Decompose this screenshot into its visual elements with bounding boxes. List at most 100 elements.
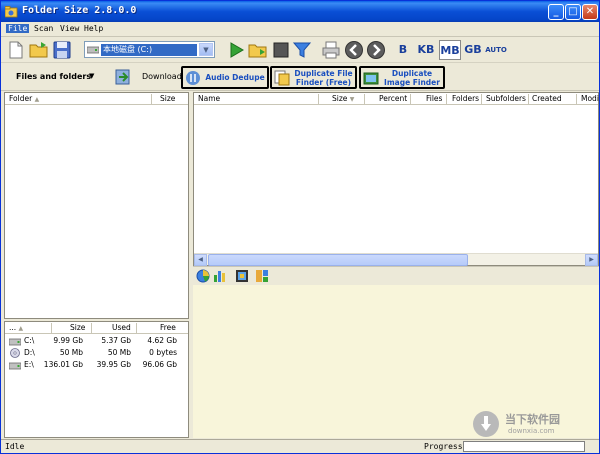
column-separator[interactable] — [318, 94, 319, 104]
maximize-icon: □ — [568, 6, 578, 17]
column-separator[interactable] — [51, 323, 52, 333]
column-drive[interactable]: ... ▲ — [9, 323, 23, 332]
back-arrow-icon[interactable] — [344, 40, 364, 60]
close-button[interactable]: ✕ — [582, 4, 598, 20]
watermark-url: downxia.com — [508, 427, 555, 435]
unit-auto-button[interactable]: AUTO — [485, 40, 507, 60]
drive-name: C:\ — [24, 336, 35, 345]
drive-row[interactable]: C:\ 9.99 Gb 5.37 Gb 4.62 Gb — [5, 335, 188, 347]
column-separator[interactable] — [481, 94, 482, 104]
save-icon[interactable] — [52, 40, 72, 60]
scroll-left-icon[interactable]: ◀ — [194, 254, 207, 266]
maximize-button[interactable]: □ — [565, 4, 581, 20]
column-files[interactable]: Files — [426, 94, 442, 103]
hard-drive-icon — [9, 362, 21, 370]
file-list-panel[interactable]: Name Size ▼ Percent Files Folders Subfol… — [193, 92, 599, 266]
menu-view[interactable]: View — [60, 24, 79, 33]
watermark: 当下软件园 downxia.com — [473, 411, 585, 441]
watermark-logo-icon — [473, 411, 499, 437]
column-folder[interactable]: Folder ▲ — [9, 94, 39, 103]
duplicate-file-finder-label: Duplicate File Finder (Free) — [294, 68, 353, 87]
open-folder-icon[interactable] — [29, 40, 49, 60]
bar-chart-icon[interactable] — [213, 269, 227, 283]
audio-dedupe-link[interactable]: Audio Dedupe — [181, 66, 269, 89]
app-window: Folder Size 2.8.0.0 _ □ ✕ File Scan View… — [0, 0, 600, 454]
filter-icon[interactable] — [292, 40, 312, 60]
scroll-right-icon[interactable]: ▶ — [585, 254, 598, 266]
new-icon[interactable] — [6, 40, 26, 60]
column-modified[interactable]: Modi — [581, 94, 599, 103]
drive-icon — [87, 46, 99, 54]
audio-dedupe-icon — [186, 71, 200, 85]
duplicate-image-icon — [363, 72, 379, 85]
secondary-toolbar: Files and folders ▼ Download: Audio Dedu… — [1, 63, 599, 91]
view-mode-dropdown[interactable]: Files and folders — [16, 72, 91, 81]
scroll-thumb[interactable] — [208, 254, 468, 266]
drive-used: 39.95 Gb — [96, 360, 131, 369]
drive-row[interactable]: E:\ 136.01 Gb 39.95 Gb 96.06 Gb — [5, 359, 188, 371]
drive-size: 9.99 Gb — [53, 336, 83, 345]
pie-chart-icon[interactable] — [196, 269, 210, 283]
column-separator[interactable] — [136, 323, 137, 333]
export-icon[interactable] — [114, 68, 132, 86]
unit-gb-button[interactable]: GB — [462, 40, 484, 60]
watermark-text: 当下软件园 — [505, 413, 560, 426]
3d-chart-icon[interactable] — [235, 269, 249, 283]
column-separator[interactable] — [576, 94, 577, 104]
drive-row[interactable]: D:\ 50 Mb 50 Mb 0 bytes — [5, 347, 188, 359]
column-folders[interactable]: Folders — [452, 94, 479, 103]
duplicate-image-finder-link[interactable]: Duplicate Image Finder — [359, 66, 445, 89]
download-label: Download: — [142, 72, 185, 81]
status-bar: Idle Progress: — [1, 439, 599, 453]
column-used[interactable]: Used — [112, 323, 131, 332]
scan-play-icon[interactable] — [226, 40, 246, 60]
treemap-icon[interactable] — [255, 269, 269, 283]
minimize-button[interactable]: _ — [548, 4, 564, 20]
drive-name: D:\ — [24, 348, 35, 357]
column-free[interactable]: Free — [160, 323, 176, 332]
column-separator[interactable] — [91, 323, 92, 333]
column-created[interactable]: Created — [532, 94, 562, 103]
unit-mb-button[interactable]: MB — [439, 40, 461, 60]
column-separator[interactable] — [410, 94, 411, 104]
close-icon: ✕ — [585, 6, 595, 17]
drives-panel[interactable]: ... ▲ Size Used Free C:\ 9.99 Gb 5.37 Gb… — [4, 321, 189, 438]
column-separator[interactable] — [151, 94, 152, 104]
menu-scan[interactable]: Scan — [34, 24, 53, 33]
drive-free: 0 bytes — [149, 348, 177, 357]
column-percent[interactable]: Percent — [379, 94, 407, 103]
chevron-down-icon[interactable]: ▼ — [199, 43, 213, 56]
horizontal-scrollbar[interactable]: ◀ ▶ — [194, 253, 598, 266]
stop-icon[interactable] — [271, 40, 291, 60]
title-bar[interactable]: Folder Size 2.8.0.0 _ □ ✕ — [1, 1, 599, 22]
column-size[interactable]: Size ▼ — [332, 94, 354, 103]
forward-arrow-icon[interactable] — [366, 40, 386, 60]
drives-header: ... ▲ Size Used Free — [5, 322, 188, 334]
drive-used: 5.37 Gb — [101, 336, 131, 345]
cd-drive-icon — [10, 348, 20, 358]
menu-bar: File Scan View Help — [1, 22, 599, 37]
column-drive-size[interactable]: Size — [70, 323, 85, 332]
drive-size: 136.01 Gb — [43, 360, 83, 369]
menu-help[interactable]: Help — [84, 24, 103, 33]
menu-file[interactable]: File — [6, 24, 30, 33]
drive-select[interactable]: 本地磁盘 (C:) ▼ — [84, 41, 215, 58]
unit-b-button[interactable]: B — [395, 40, 411, 60]
unit-kb-button[interactable]: KB — [415, 40, 437, 60]
sort-down-icon: ▼ — [349, 96, 355, 103]
column-name[interactable]: Name — [198, 94, 220, 103]
column-separator[interactable] — [446, 94, 447, 104]
duplicate-file-finder-link[interactable]: Duplicate File Finder (Free) — [270, 66, 357, 89]
column-size[interactable]: Size — [160, 94, 175, 103]
column-separator[interactable] — [528, 94, 529, 104]
status-text: Idle — [5, 442, 25, 451]
dropdown-arrow-icon[interactable]: ▼ — [89, 72, 94, 80]
folder-tree-panel[interactable]: Folder ▲ Size — [4, 92, 189, 319]
column-subfolders[interactable]: Subfolders — [486, 94, 526, 103]
duplicate-file-icon — [274, 70, 290, 86]
print-icon[interactable] — [321, 40, 341, 60]
column-separator[interactable] — [364, 94, 365, 104]
scan-folder-icon[interactable] — [248, 40, 268, 60]
drive-used: 50 Mb — [107, 348, 131, 357]
hard-drive-icon — [9, 338, 21, 346]
